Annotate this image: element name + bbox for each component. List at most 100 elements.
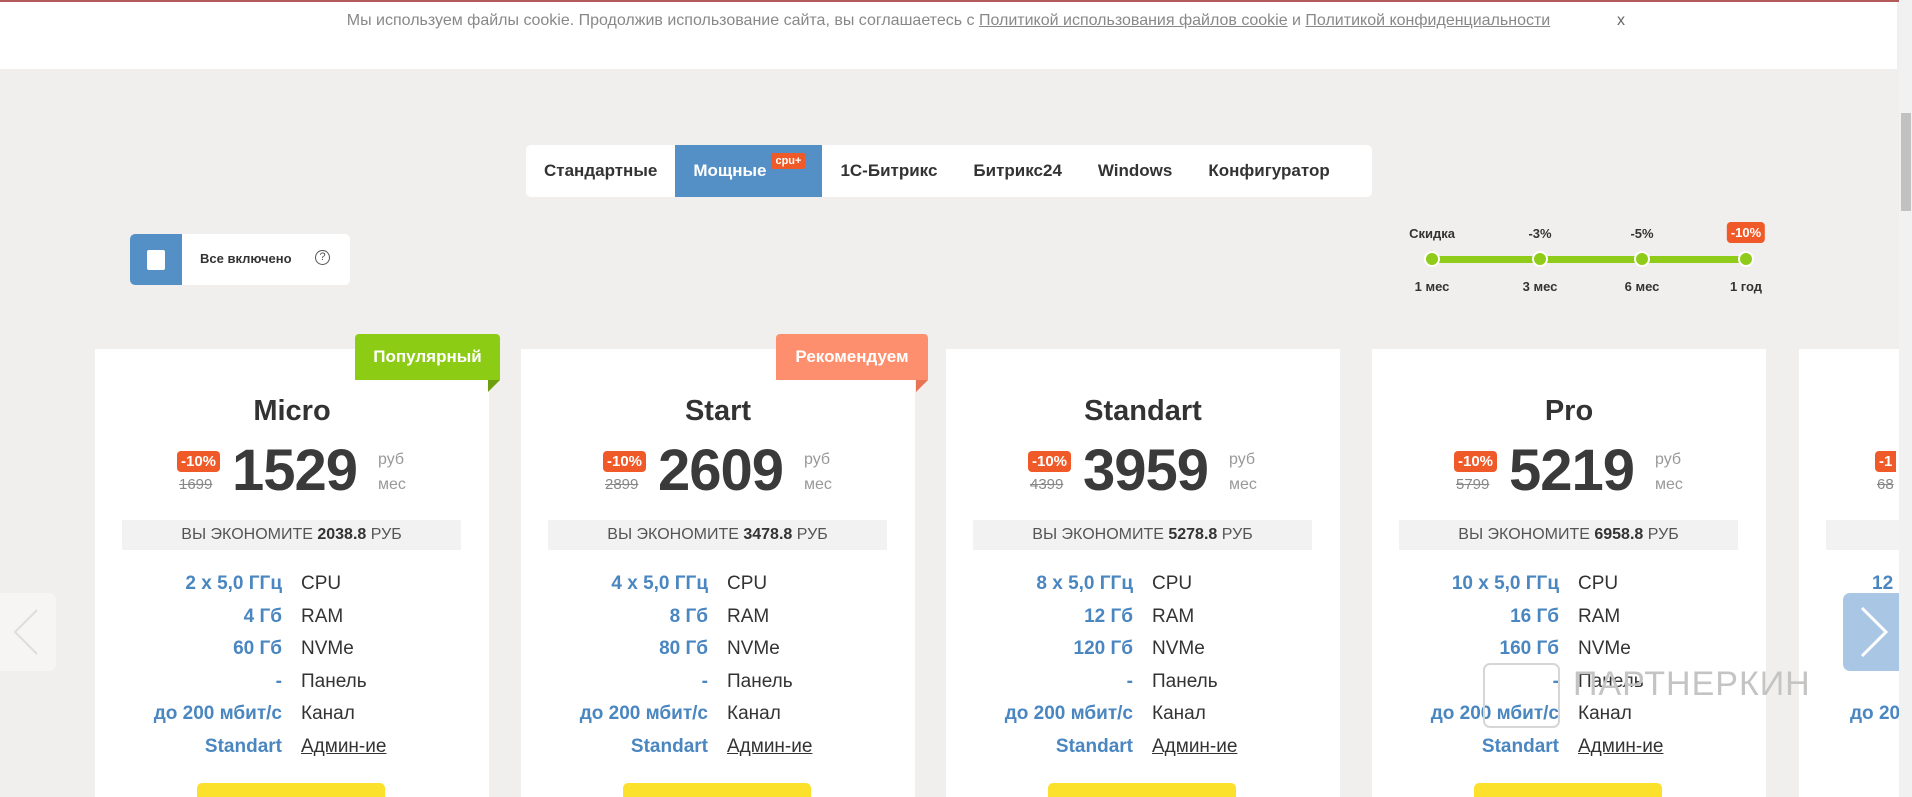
spec-value: до 200 мбит/с [579,703,708,725]
order-button[interactable] [623,783,811,797]
tab-4[interactable]: Windows [1080,145,1190,197]
help-icon[interactable]: ? [315,250,330,265]
spec-row-admin: Standart Админ-ие [946,736,1340,768]
spec-row-cpu: 8 x 5,0 ГГц CPU [946,573,1340,605]
spec-value: 120 Гб [1073,638,1134,660]
spec-row-disk: 120 Гб NVMe [946,638,1340,670]
plan-name: Start [684,395,752,427]
tab-1[interactable]: Мощные cpu+ [675,145,823,197]
spec-label[interactable]: Админ-ие [301,736,386,758]
spec-value: - [1126,670,1133,692]
period-label[interactable]: 1 год [1730,279,1762,294]
period-label[interactable]: 1 мес [1415,279,1450,294]
spec-value: 12 [1872,573,1894,594]
checkbox-area[interactable] [130,234,182,285]
tab-0[interactable]: Стандартные [526,145,675,197]
spec-row-channel: до 200 мбит/с Канал [1372,703,1766,735]
slider-stop[interactable] [1634,251,1650,267]
spec-value: 4 x 5,0 ГГц [611,573,708,594]
spec-label[interactable]: Админ-ие [727,736,812,758]
spec-label: Панель [1152,670,1218,692]
period-label[interactable]: 6 мес [1625,279,1660,294]
tab-2[interactable]: 1С-Битрикс [822,145,955,197]
savings-prefix: ВЫ ЭКОНОМИТЕ [1032,526,1164,543]
discount-badge: -10% [1454,451,1498,472]
spec-label: RAM [1578,605,1621,627]
spec-value: до 200 мбит/с [1004,703,1133,725]
spec-label: Канал [727,703,781,725]
spec-row-channel: до 200 мбит/с Канал [95,703,489,735]
spec-row-ram: 12 Гб RAM [946,606,1340,638]
discount-percent: -10% [1726,222,1766,243]
spec-value: 2 x 5,0 ГГц [185,573,282,594]
spec-row-ram: 8 Гб RAM [521,606,915,638]
tab-label: Мощные [693,161,767,180]
currency: руб [1229,451,1256,468]
spec-value: 4 Гб [243,605,282,627]
spec-value: 8 x 5,0 ГГц [1036,573,1133,594]
close-cookie-button[interactable]: x [1617,12,1625,30]
tab-3[interactable]: Битрикс24 [955,145,1079,197]
spec-row-panel: - Панель [946,671,1340,703]
spec-label: RAM [301,605,344,627]
spec-value: до 20 [1850,703,1901,724]
all-included-toggle[interactable]: Все включено ? [130,234,350,285]
cookie-and: и [1287,12,1306,29]
savings: ВЫ ЭКОНОМИТЕ 6958.8 РУБ [1399,520,1738,550]
scrollbar-thumb[interactable] [1901,113,1911,211]
spec-row-panel: - Панель [521,671,915,703]
privacy-policy-link[interactable]: Политикой конфиденциальности [1305,12,1550,29]
plan-card: Standart -10% 4399 3959 руб мес ВЫ ЭКОНОМИТЕ 5… [946,349,1340,797]
savings-amount: 2038.8 [317,526,367,543]
spec-row-channel: до 200 мбит/с Канал [946,703,1340,735]
prev-arrow-button[interactable] [0,593,56,671]
order-button[interactable] [197,783,385,797]
spec-label: RAM [1152,605,1195,627]
savings: ВЫ ЭКОНОМИТЕ 3478.8 РУБ [548,520,887,550]
spec-label[interactable]: Админ-ие [1578,736,1663,758]
spec-value: Standart [630,736,708,757]
tab-5[interactable]: Конфигуратор [1190,145,1347,197]
discount-badge: -10% [177,451,221,472]
spec-value: 80 Гб [659,638,708,660]
order-button[interactable] [1048,783,1236,797]
spec-value: 160 Гб [1499,638,1560,660]
plan-card: Micro -10% 1699 1529 руб мес ВЫ ЭКОНОМИТЕ 2038… [95,349,489,797]
old-price: 2899 [605,476,639,493]
popular-ribbon: Популярный [355,334,500,380]
savings-suffix: РУБ [796,526,828,543]
plan-name: Micro [253,395,331,427]
currency: руб [804,451,831,468]
spec-label[interactable]: Админ-ие [1152,736,1237,758]
spec-value: 8 Гб [669,605,708,627]
price: 2609 [658,438,784,503]
spec-row-cpu: 10 x 5,0 ГГц CPU [1372,573,1766,605]
savings-suffix: РУБ [1647,526,1679,543]
discount-percent: -3% [1528,226,1552,241]
order-button[interactable] [1474,783,1662,797]
spec-label: NVMe [1152,638,1205,660]
spec-label: CPU [727,573,768,594]
recommend-ribbon: Рекомендуем [776,334,928,380]
checkbox[interactable] [147,250,165,270]
price: 1529 [232,438,358,503]
discount-percent: Скидка [1409,226,1455,241]
slider-stop[interactable] [1424,251,1440,267]
slider-stop[interactable] [1738,251,1754,267]
tab-label: 1С-Битрикс [840,161,938,180]
savings-amount: 3478.8 [743,526,793,543]
watermark: ПАРТНЕРКИН [1573,665,1811,703]
slider-stop[interactable] [1532,251,1548,267]
old-price: 5799 [1456,476,1490,493]
period-label[interactable]: 3 мес [1523,279,1558,294]
cookie-policy-link[interactable]: Политикой использования файлов cookie [979,12,1288,29]
discount-slider-track[interactable] [1432,256,1747,263]
savings-suffix: РУБ [1221,526,1253,543]
spec-row-cpu: 4 x 5,0 ГГц CPU [521,573,915,605]
spec-value: 10 x 5,0 ГГц [1451,573,1559,594]
spec-label: Канал [1152,703,1206,725]
discount-badge: -10% [1028,451,1072,472]
next-arrow-button[interactable] [1843,593,1899,671]
spec-label: NVMe [727,638,780,660]
spec-label: NVMe [1578,638,1631,660]
